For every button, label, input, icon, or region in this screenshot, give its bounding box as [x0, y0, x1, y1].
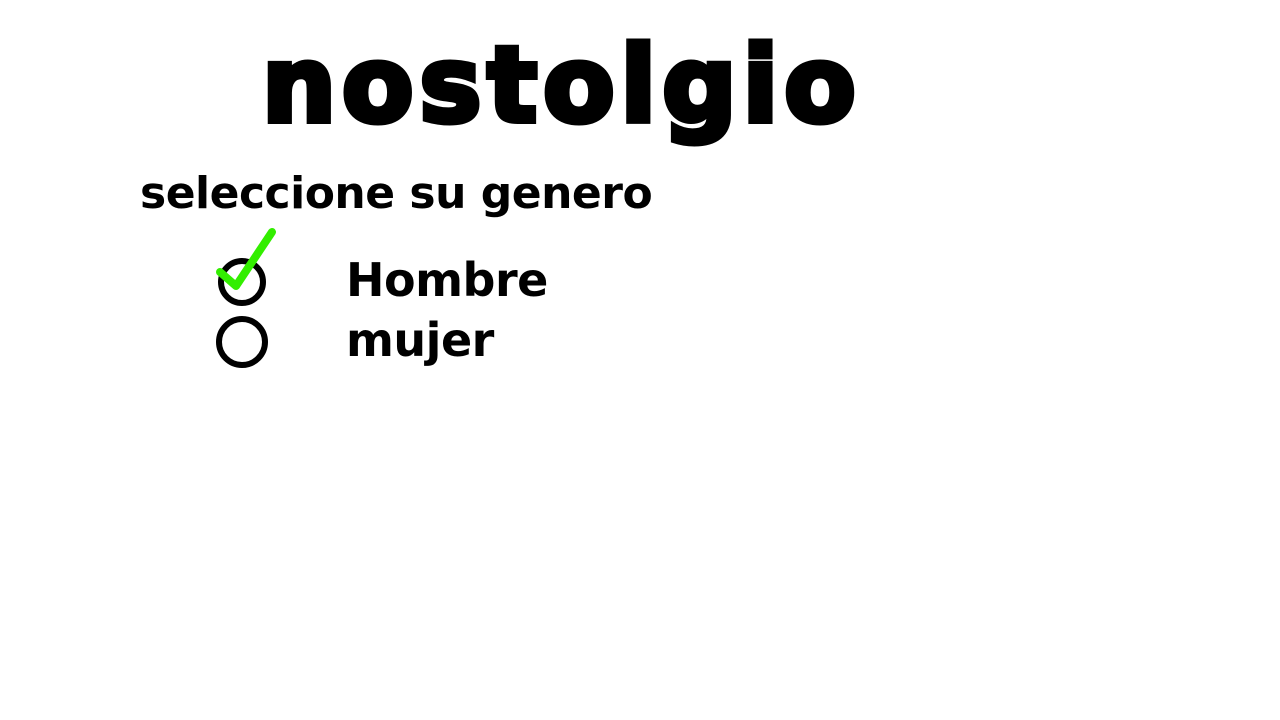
gender-option-mujer[interactable]: mujer — [214, 312, 574, 368]
gender-prompt: seleccione su genero — [140, 168, 653, 219]
gender-option-hombre[interactable]: Hombre — [214, 228, 574, 308]
gender-option-label[interactable]: Hombre — [346, 252, 548, 308]
radio-circle-icon[interactable] — [216, 316, 268, 368]
app-logo: nostolgio — [259, 21, 862, 149]
checkmark-icon — [216, 228, 276, 290]
gender-option-label[interactable]: mujer — [346, 312, 494, 368]
